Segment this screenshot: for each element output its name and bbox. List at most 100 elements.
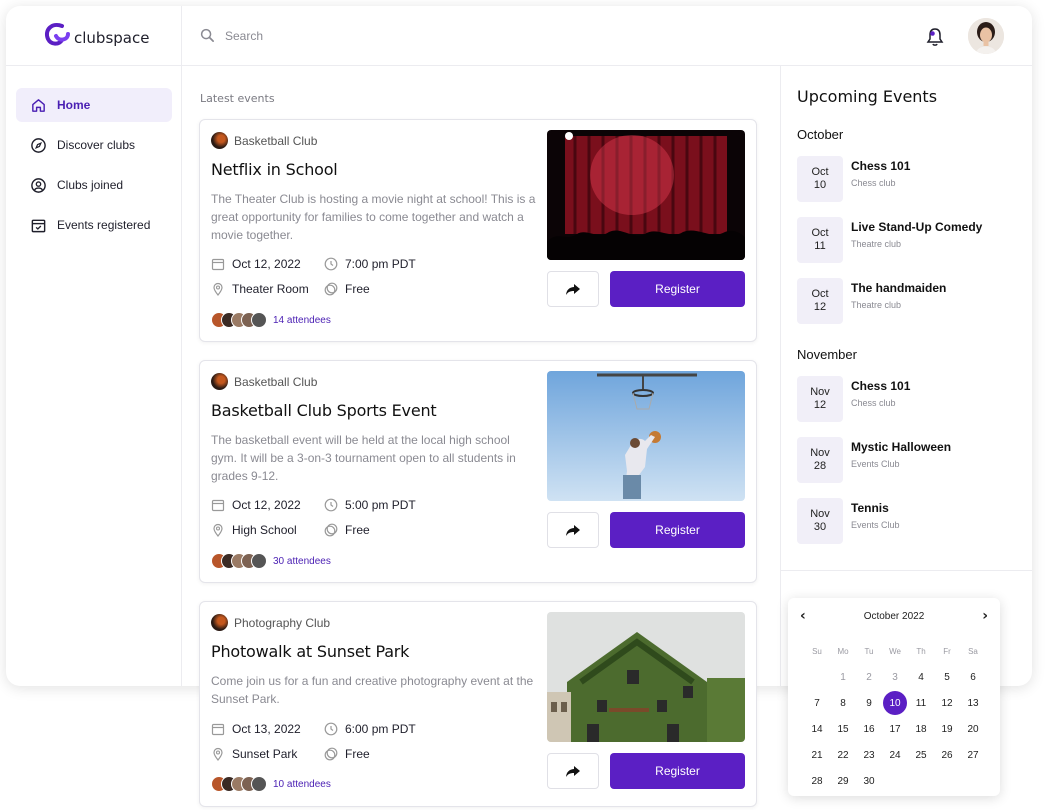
calendar-day[interactable]: 21 [804, 742, 830, 768]
register-button[interactable]: Register [610, 271, 745, 307]
calendar-day[interactable]: 7 [804, 690, 830, 716]
upcoming-item[interactable]: Oct 11 Live Stand-Up Comedy Theatre club [797, 217, 982, 263]
calendar-day[interactable]: 8 [830, 690, 856, 716]
calendar-day[interactable]: 6 [960, 664, 986, 690]
calendar-day[interactable]: 2 [856, 664, 882, 690]
calendar-day[interactable]: 27 [960, 742, 986, 768]
share-arrow-icon [566, 525, 580, 536]
logo[interactable]: clubspace [42, 20, 149, 50]
event-title[interactable]: Netflix in School [211, 160, 338, 179]
calendar-day[interactable]: 15 [830, 716, 856, 742]
register-button[interactable]: Register [610, 512, 745, 548]
user-avatar[interactable] [968, 18, 1004, 54]
date-box: Oct 10 [797, 156, 843, 202]
event-price: Free [324, 747, 370, 761]
event-date: Oct 13, 2022 [211, 722, 301, 736]
date-box: Nov 12 [797, 376, 843, 422]
calendar-day[interactable]: 1 [830, 664, 856, 690]
calendar-weekday: Th [916, 646, 926, 656]
attendees[interactable]: 10 attendees [211, 776, 331, 792]
upcoming-item[interactable]: Nov 12 Chess 101 Chess club [797, 376, 910, 422]
calendar-day[interactable]: 18 [908, 716, 934, 742]
app-window: clubspace Home [6, 6, 1032, 686]
upcoming-item[interactable]: Oct 10 Chess 101 Chess club [797, 156, 910, 202]
upcoming-name: Tennis [851, 501, 889, 515]
coin-icon [324, 282, 338, 296]
calendar-day[interactable]: 22 [830, 742, 856, 768]
calendar-day[interactable]: 23 [856, 742, 882, 768]
sidebar-item-discover-clubs[interactable]: Discover clubs [16, 128, 172, 162]
bell-notification-icon[interactable] [924, 26, 946, 48]
share-button[interactable] [547, 271, 599, 307]
share-arrow-icon [566, 766, 580, 777]
event-image-basketball [547, 371, 745, 501]
attendees-count: 10 attendees [273, 778, 331, 790]
upcoming-club: Events Club [851, 459, 900, 469]
upcoming-name: Mystic Halloween [851, 440, 952, 454]
calendar-day[interactable]: 11 [908, 690, 934, 716]
club-avatar [211, 614, 228, 631]
event-title[interactable]: Basketball Club Sports Event [211, 401, 437, 420]
calendar-day[interactable]: 13 [960, 690, 986, 716]
attendees[interactable]: 14 attendees [211, 312, 331, 328]
upcoming-name: Live Stand-Up Comedy [851, 220, 983, 234]
calendar-day-selected[interactable]: 10 [882, 690, 908, 716]
sidebar-item-events-registered[interactable]: Events registered [16, 208, 172, 242]
upcoming-club: Theatre club [851, 300, 902, 310]
upcoming-title: Upcoming Events [797, 87, 938, 106]
upcoming-item[interactable]: Oct 12 The handmaiden Theatre club [797, 278, 946, 324]
calendar-weekday: Su [812, 646, 822, 656]
calendar-day[interactable]: 29 [830, 768, 856, 794]
event-title[interactable]: Photowalk at Sunset Park [211, 642, 409, 661]
sidebar-item-label: Events registered [57, 218, 151, 232]
calendar-day[interactable]: 25 [908, 742, 934, 768]
event-time-text: 6:00 pm PDT [345, 722, 416, 736]
calendar-day[interactable]: 12 [934, 690, 960, 716]
upcoming-club: Chess club [851, 398, 896, 408]
attendees[interactable]: 30 attendees [211, 553, 331, 569]
search-bar[interactable] [200, 28, 485, 43]
search-input[interactable] [225, 28, 485, 43]
calendar-day[interactable]: 26 [934, 742, 960, 768]
date-month: Oct [811, 288, 829, 300]
calendar-day[interactable]: 20 [960, 716, 986, 742]
month-label: November [797, 347, 857, 362]
upcoming-item[interactable]: Nov 28 Mystic Halloween Events Club [797, 437, 951, 483]
calendar-day[interactable]: 14 [804, 716, 830, 742]
calendar-day[interactable]: 3 [882, 664, 908, 690]
calendar-day[interactable]: 16 [856, 716, 882, 742]
calendar-header: ‹ October 2022 › [788, 608, 1000, 624]
calendar-icon [211, 499, 225, 512]
clock-icon [324, 257, 338, 271]
calendar-day[interactable]: 17 [882, 716, 908, 742]
upcoming-item[interactable]: Nov 30 Tennis Events Club [797, 498, 900, 544]
date-day: 12 [813, 301, 827, 313]
calendar-day[interactable]: 9 [856, 690, 882, 716]
calendar-day[interactable]: 4 [908, 664, 934, 690]
register-button[interactable]: Register [610, 753, 745, 789]
clubspace-logo-icon [45, 23, 70, 46]
calendar-day[interactable]: 24 [882, 742, 908, 768]
event-time: 7:00 pm PDT [324, 257, 416, 271]
event-price: Free [324, 282, 370, 296]
event-date-text: Oct 12, 2022 [232, 257, 301, 271]
sidebar-item-label: Discover clubs [57, 138, 136, 152]
calendar-weekday: Tu [864, 646, 874, 656]
share-button[interactable] [547, 753, 599, 789]
date-month: Nov [810, 386, 830, 398]
calendar-day[interactable]: 5 [934, 664, 960, 690]
calendar-day[interactable]: 30 [856, 768, 882, 794]
upcoming-club: Chess club [851, 178, 896, 188]
home-icon [32, 98, 45, 112]
chevron-left-icon[interactable]: ‹ [800, 608, 806, 624]
user-circle-icon [31, 177, 46, 193]
sidebar-item-home[interactable]: Home [16, 88, 172, 122]
club-avatar [211, 132, 228, 149]
calendar-day[interactable]: 28 [804, 768, 830, 794]
calendar-day[interactable]: 19 [934, 716, 960, 742]
top-bar: clubspace [6, 6, 1032, 66]
share-button[interactable] [547, 512, 599, 548]
sidebar-item-clubs-joined[interactable]: Clubs joined [16, 168, 172, 202]
event-card: Photography Club Photowalk at Sunset Par… [199, 601, 757, 807]
chevron-right-icon[interactable]: › [982, 608, 988, 624]
